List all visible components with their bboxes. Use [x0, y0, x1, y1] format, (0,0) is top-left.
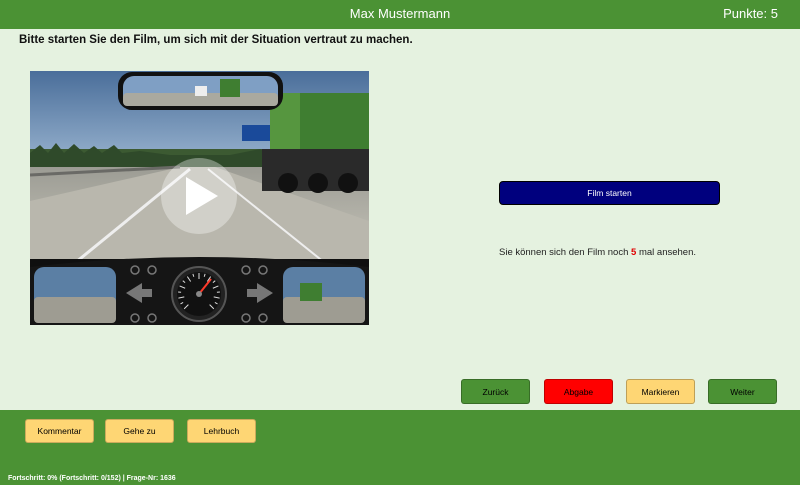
top-bar: Max Mustermann Punkte: 5 [0, 0, 800, 29]
back-button[interactable]: Zurück [461, 379, 530, 404]
textbook-button[interactable]: Lehrbuch [187, 419, 256, 443]
points-label: Punkte: 5 [723, 6, 778, 21]
video-scene [30, 71, 369, 325]
footer-bar: Kommentar Gehe zu Lehrbuch Fortschritt: … [0, 410, 800, 485]
remaining-suffix: mal ansehen. [638, 247, 697, 258]
next-button[interactable]: Weiter [708, 379, 777, 404]
submit-button[interactable]: Abgabe [544, 379, 613, 404]
goto-button[interactable]: Gehe zu [105, 419, 174, 443]
remaining-prefix: Sie können sich den Film noch [499, 247, 629, 258]
remaining-views-text: Sie können sich den Film noch 5 mal anse… [499, 247, 696, 258]
remaining-count: 5 [631, 247, 637, 258]
progress-text: Fortschritt: 0% (Fortschritt: 0/152) | F… [8, 475, 176, 482]
question-text: Bitte starten Sie den Film, um sich mit … [19, 34, 413, 46]
start-film-button[interactable]: Film starten [499, 181, 720, 205]
user-name: Max Mustermann [349, 6, 451, 21]
video-player[interactable] [30, 71, 369, 325]
comment-button[interactable]: Kommentar [25, 419, 94, 443]
mark-button[interactable]: Markieren [626, 379, 695, 404]
